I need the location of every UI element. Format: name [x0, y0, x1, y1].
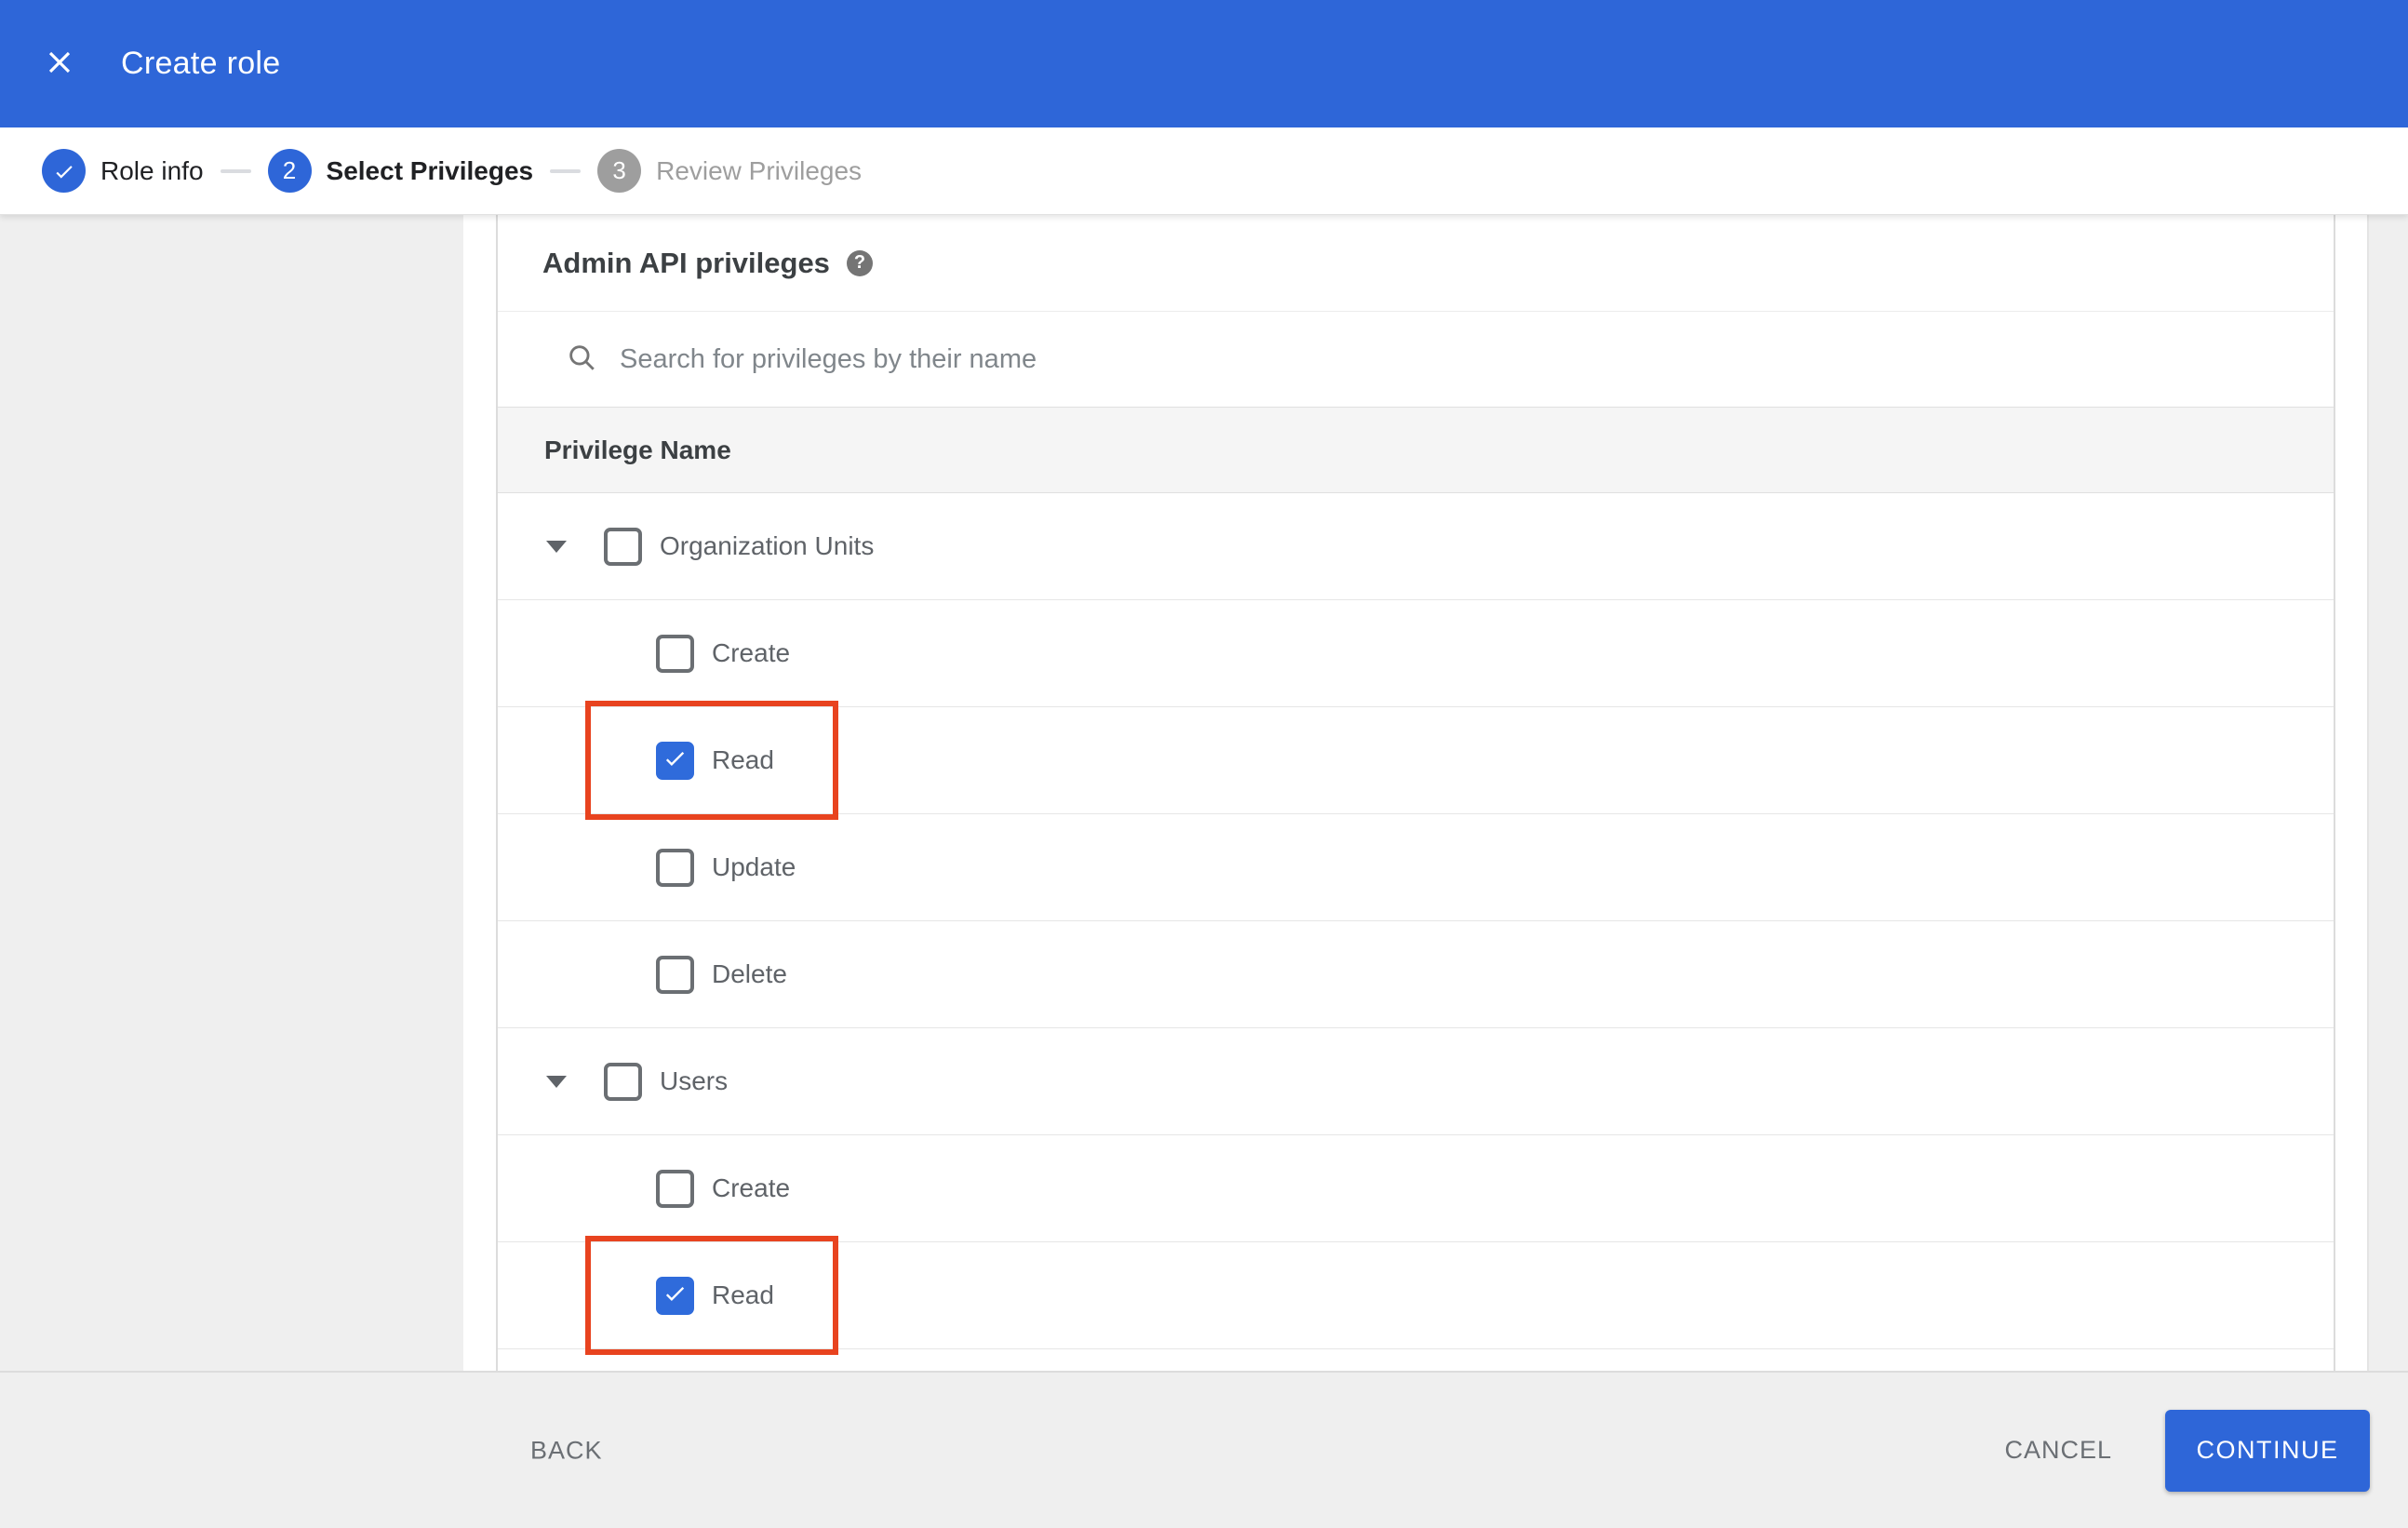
- privilege-row-delete: Delete: [498, 921, 2334, 1028]
- privilege-label: Delete: [712, 959, 787, 988]
- footer-bar: BACK CANCEL CONTINUE: [0, 1371, 2408, 1528]
- org-units-read-checkbox[interactable]: [656, 741, 694, 780]
- org-units-delete-checkbox[interactable]: [656, 955, 694, 994]
- step-number-badge: 2: [267, 149, 312, 193]
- app-bar: Create role: [0, 0, 2408, 127]
- continue-button[interactable]: CONTINUE: [2165, 1409, 2370, 1492]
- users-read-checkbox[interactable]: [656, 1276, 694, 1315]
- collapse-arrow-icon[interactable]: [546, 540, 567, 553]
- privilege-group-row-users: Users: [498, 1028, 2334, 1135]
- step-label: Select Privileges: [326, 155, 534, 185]
- footer-actions: CANCEL CONTINUE: [1997, 1409, 2370, 1492]
- privilege-label: Create: [712, 638, 791, 667]
- privilege-row-update: Update: [498, 814, 2334, 921]
- privilege-row-users-create: Create: [498, 1135, 2334, 1242]
- step-connector: [220, 168, 251, 173]
- step-review-privileges[interactable]: 3 Review Privileges: [597, 149, 862, 193]
- step-connector: [550, 168, 582, 173]
- checkmark-icon: [662, 744, 689, 776]
- checkmark-icon: [662, 1280, 689, 1311]
- collapse-arrow-icon[interactable]: [546, 1075, 567, 1088]
- privilege-label: Create: [712, 1173, 791, 1202]
- step-role-info[interactable]: Role info: [42, 149, 204, 193]
- column-header-privilege-name: Privilege Name: [544, 435, 731, 464]
- back-button[interactable]: BACK: [523, 1425, 610, 1476]
- privilege-group-label: Organization Units: [660, 531, 875, 560]
- dialog-title: Create role: [121, 46, 281, 81]
- users-checkbox[interactable]: [604, 1062, 642, 1101]
- privilege-row-create: Create: [498, 600, 2334, 707]
- section-title: Admin API privileges: [542, 246, 830, 279]
- stepper: Role info 2 Select Privileges 3 Review P…: [0, 127, 2408, 215]
- users-create-checkbox[interactable]: [656, 1169, 694, 1208]
- help-icon[interactable]: ?: [846, 249, 873, 276]
- privilege-row-read: Read: [498, 701, 2334, 820]
- privilege-label: Read: [712, 1280, 774, 1309]
- right-background-panel: [2369, 215, 2408, 1371]
- left-gutter: [463, 215, 496, 1371]
- close-icon: [42, 45, 77, 83]
- card-heading: Admin API privileges ?: [498, 215, 2334, 312]
- privilege-row-users-read: Read: [498, 1236, 2334, 1355]
- clipped-row: [498, 1349, 2334, 1371]
- create-role-dialog: Create role Role info 2 Select Privilege…: [0, 0, 2408, 1528]
- right-gutter: [2335, 215, 2369, 1371]
- privilege-label: Update: [712, 852, 796, 881]
- privilege-group-label: Users: [660, 1066, 729, 1095]
- privilege-search-input[interactable]: [618, 342, 2017, 376]
- org-units-update-checkbox[interactable]: [656, 848, 694, 887]
- step-label: Role info: [100, 155, 204, 185]
- cancel-button[interactable]: CANCEL: [1997, 1425, 2120, 1476]
- privilege-search-row: [498, 312, 2334, 407]
- privileges-card: Admin API privileges ? Privilege Name Or…: [496, 215, 2335, 1371]
- step-label: Review Privileges: [656, 155, 863, 185]
- left-background-panel: [0, 215, 463, 1371]
- search-icon: [566, 342, 597, 378]
- privilege-label: Read: [712, 745, 774, 774]
- privilege-group-row-organization-units: Organization Units: [498, 493, 2334, 600]
- step-select-privileges[interactable]: 2 Select Privileges: [267, 149, 534, 193]
- org-units-create-checkbox[interactable]: [656, 634, 694, 673]
- step-number-badge: 3: [597, 149, 642, 193]
- organization-units-checkbox[interactable]: [604, 527, 642, 566]
- close-button[interactable]: [37, 42, 82, 87]
- step-complete-check-icon: [42, 149, 86, 193]
- table-header-row: Privilege Name: [498, 407, 2334, 493]
